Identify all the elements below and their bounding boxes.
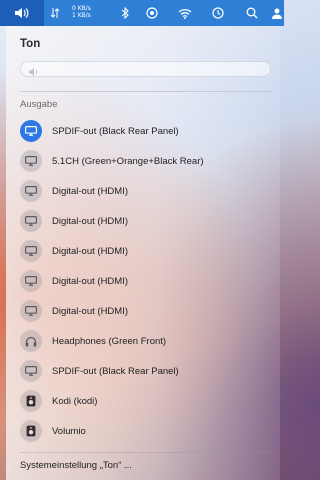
menu-title: Ton [20,38,41,50]
volume-icon[interactable] [0,0,44,26]
display-icon [20,240,42,262]
output-device-item[interactable]: Digital-out (HDMI) [20,206,275,236]
headphones-icon [20,330,42,352]
output-device-label: Digital-out (HDMI) [52,215,129,227]
divider [20,452,271,453]
bluetooth-icon[interactable] [118,0,132,26]
speaker-small-icon [28,64,40,82]
output-device-item[interactable]: SPDIF-out (Black Rear Panel) [20,356,275,386]
netspeed-up: 0 KB/s [72,5,91,12]
clock-icon[interactable] [210,0,226,26]
network-speed-icon[interactable] [48,0,62,26]
divider [20,91,271,92]
output-device-label: Headphones (Green Front) [52,335,167,347]
output-device-label: Volumio [52,425,86,437]
display-icon [20,180,42,202]
output-device-item[interactable]: Digital-out (HDMI) [20,266,275,296]
menu-bar: 0 KB/s 1 KB/s [0,0,284,26]
display-icon [20,210,42,232]
network-speed-readout: 0 KB/s 1 KB/s [72,5,91,19]
output-device-item[interactable]: Volumio [20,416,275,446]
output-device-label: Digital-out (HDMI) [52,185,129,197]
display-icon [20,300,42,322]
netspeed-down: 1 KB/s [72,12,91,19]
output-device-list: SPDIF-out (Black Rear Panel) 5.1CH (Green… [20,116,275,446]
output-device-item[interactable]: Digital-out (HDMI) [20,176,275,206]
output-section-header: Ausgabe [20,99,58,110]
output-device-label: SPDIF-out (Black Rear Panel) [52,365,179,377]
search-icon[interactable] [244,0,260,26]
display-icon [20,120,42,142]
sound-settings-link[interactable]: Systemeinstellung „Ton“ ... [20,460,132,471]
output-device-label: Kodi (kodi) [52,395,98,407]
display-icon [20,150,42,172]
output-device-item[interactable]: Headphones (Green Front) [20,326,275,356]
user-icon[interactable] [270,0,284,26]
output-device-item[interactable]: 5.1CH (Green+Orange+Black Rear) [20,146,275,176]
display-icon [20,360,42,382]
volume-slider[interactable] [20,61,271,77]
output-device-label: Digital-out (HDMI) [52,275,129,287]
speaker-icon [20,390,42,412]
output-device-label: Digital-out (HDMI) [52,305,129,317]
output-device-label: 5.1CH (Green+Orange+Black Rear) [52,155,204,167]
output-device-item[interactable]: Digital-out (HDMI) [20,296,275,326]
output-device-item[interactable]: Digital-out (HDMI) [20,236,275,266]
wifi-icon[interactable] [176,0,194,26]
output-device-label: SPDIF-out (Black Rear Panel) [52,125,179,137]
focus-icon[interactable] [144,0,160,26]
output-device-item[interactable]: SPDIF-out (Black Rear Panel) [20,116,275,146]
output-device-label: Digital-out (HDMI) [52,245,129,257]
output-device-item[interactable]: Kodi (kodi) [20,386,275,416]
speaker-icon [20,420,42,442]
display-icon [20,270,42,292]
